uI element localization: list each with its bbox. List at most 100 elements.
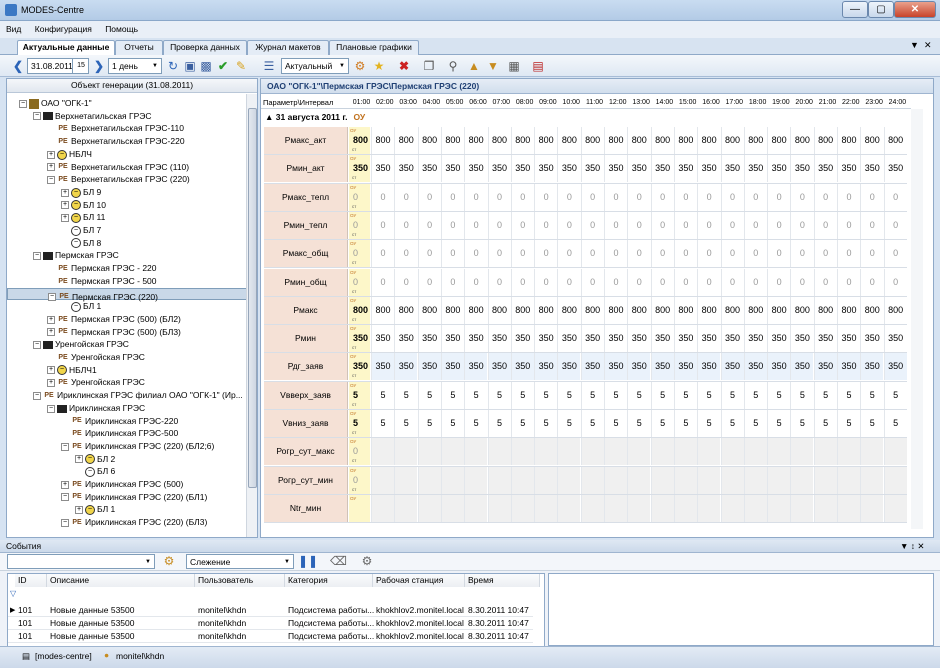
value-cell[interactable]: 5: [813, 410, 837, 437]
value-cell[interactable]: 350: [534, 155, 557, 183]
value-cell[interactable]: 0: [604, 268, 627, 296]
tree-node[interactable]: ~ БЛ 6: [7, 465, 247, 478]
value-cell[interactable]: 5: [650, 410, 674, 437]
tree-node[interactable]: − Верхнетагильская ГРЭС: [7, 110, 247, 123]
value-cell[interactable]: [580, 466, 604, 494]
value-cell[interactable]: 350: [580, 325, 604, 353]
value-cell[interactable]: 5: [604, 410, 627, 437]
value-cell[interactable]: 350: [534, 325, 557, 353]
expand-icon[interactable]: +: [47, 379, 55, 388]
expand-icon[interactable]: +: [47, 150, 55, 159]
tree-node[interactable]: + PE Верхнетагильская ГРЭС (110): [7, 161, 247, 174]
value-cell[interactable]: [604, 438, 627, 466]
value-cell[interactable]: [650, 438, 674, 466]
value-cell[interactable]: [627, 494, 651, 522]
value-cell-first[interactable]: ОУ 0 ст: [349, 438, 370, 466]
value-cell[interactable]: 350: [813, 155, 837, 183]
value-cell[interactable]: 350: [697, 353, 721, 381]
value-cell[interactable]: 800: [464, 127, 487, 154]
value-cell[interactable]: 0: [371, 240, 394, 268]
value-cell[interactable]: 350: [673, 325, 697, 353]
tree-node[interactable]: + PE Пермская ГРЭС (500) (БЛ3): [7, 326, 247, 339]
value-cell[interactable]: 350: [650, 325, 674, 353]
value-cell[interactable]: 800: [440, 296, 464, 324]
value-cell[interactable]: 0: [464, 183, 487, 211]
value-cell[interactable]: 800: [767, 296, 790, 324]
upload-icon[interactable]: ▲: [467, 59, 481, 73]
value-cell[interactable]: [417, 494, 441, 522]
value-cell[interactable]: 800: [837, 127, 860, 154]
value-cell[interactable]: 0: [440, 240, 464, 268]
tree-node[interactable]: − PE Верхнетагильская ГРЭС (220): [7, 173, 247, 186]
tree-node[interactable]: + ~ БЛ 2: [7, 453, 247, 466]
value-cell[interactable]: 800: [673, 296, 697, 324]
value-cell[interactable]: 0: [720, 183, 744, 211]
value-cell[interactable]: [837, 494, 860, 522]
delete-icon[interactable]: ✖: [397, 59, 411, 73]
value-cell[interactable]: 0: [371, 183, 394, 211]
next-day-icon[interactable]: ❯: [92, 59, 106, 73]
tree-node[interactable]: + ~ НБЛЧ: [7, 148, 247, 161]
value-cell[interactable]: 800: [720, 296, 744, 324]
value-cell[interactable]: [534, 466, 558, 494]
value-cell[interactable]: [440, 494, 464, 522]
value-cell[interactable]: 0: [627, 211, 650, 239]
table-icon[interactable]: ☰: [262, 59, 276, 73]
expand-icon[interactable]: −: [61, 493, 69, 502]
value-cell[interactable]: 5: [743, 381, 767, 409]
value-cell[interactable]: 350: [720, 353, 744, 381]
value-cell[interactable]: 350: [627, 325, 650, 353]
value-cell[interactable]: [371, 494, 394, 522]
value-cell-first[interactable]: ОУ 350 ст: [349, 325, 370, 353]
value-cell[interactable]: 5: [487, 381, 511, 409]
value-cell[interactable]: 350: [743, 155, 767, 183]
expand-icon[interactable]: +: [61, 214, 69, 223]
value-cell[interactable]: 350: [557, 353, 581, 381]
value-cell[interactable]: 350: [743, 325, 767, 353]
value-cell[interactable]: 800: [697, 296, 720, 324]
value-cell-first[interactable]: ОУ 5 ст: [349, 410, 370, 437]
value-cell[interactable]: [860, 438, 884, 466]
value-cell[interactable]: 350: [487, 325, 511, 353]
value-cell[interactable]: 800: [720, 127, 744, 154]
value-cell[interactable]: 350: [860, 325, 883, 353]
events-column-header[interactable]: Категория: [285, 574, 373, 587]
value-cell[interactable]: 0: [394, 183, 417, 211]
value-cell[interactable]: 800: [487, 296, 511, 324]
value-cell[interactable]: 350: [720, 155, 744, 183]
value-cell[interactable]: 350: [580, 155, 604, 183]
tree-node[interactable]: PE Пермская ГРЭС - 500: [7, 275, 247, 288]
value-cell[interactable]: 0: [534, 211, 557, 239]
value-cell[interactable]: 800: [417, 127, 441, 154]
value-cell[interactable]: 800: [534, 296, 557, 324]
tree-node[interactable]: PE Верхнетагильская ГРЭС-110: [7, 122, 247, 135]
value-cell[interactable]: 0: [883, 211, 907, 239]
value-cell[interactable]: [580, 494, 604, 522]
tree-node[interactable]: PE Ириклинская ГРЭС-500: [7, 427, 247, 440]
value-cell[interactable]: 0: [557, 211, 580, 239]
value-cell[interactable]: 350: [767, 325, 790, 353]
events-column-header[interactable]: ID: [15, 574, 47, 587]
value-cell[interactable]: 800: [767, 127, 790, 154]
expand-icon[interactable]: −: [47, 404, 55, 413]
value-cell[interactable]: [697, 438, 721, 466]
menu-configuration[interactable]: Конфигурация: [29, 21, 97, 34]
value-cell[interactable]: [790, 466, 814, 494]
value-cell[interactable]: 800: [440, 127, 464, 154]
value-cell[interactable]: 350: [837, 155, 860, 183]
value-cell[interactable]: [860, 466, 884, 494]
tree-node[interactable]: + PE Пермская ГРЭС (500) (БЛ2): [7, 313, 247, 326]
value-cell[interactable]: 350: [627, 353, 651, 381]
value-cell[interactable]: 0: [790, 268, 813, 296]
value-cell[interactable]: 5: [627, 381, 650, 409]
value-cell[interactable]: 0: [860, 240, 883, 268]
tree-node[interactable]: − ОАО "ОГК-1": [7, 97, 247, 110]
value-cell[interactable]: 0: [767, 240, 790, 268]
value-cell-first[interactable]: ОУ 800 ст: [349, 296, 370, 324]
prev-day-icon[interactable]: ❮: [11, 59, 25, 73]
value-cell[interactable]: 0: [557, 183, 580, 211]
value-cell[interactable]: [604, 494, 627, 522]
value-cell[interactable]: 800: [813, 296, 837, 324]
filter-icon[interactable]: ▽: [10, 589, 16, 598]
value-cell[interactable]: 350: [417, 155, 441, 183]
